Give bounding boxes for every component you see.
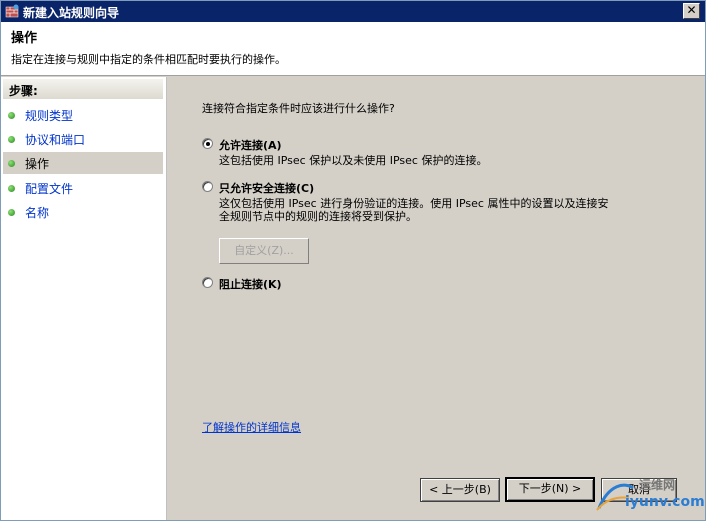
sidebar-item-rule-type[interactable]: 规则类型 (3, 104, 163, 126)
sidebar-item-label: 操作 (25, 157, 50, 171)
step-bullet-icon (8, 160, 15, 167)
step-bullet-icon (8, 112, 15, 119)
watermark-bottom-text: iyunv.com (625, 494, 705, 510)
sidebar-item-label: 配置文件 (25, 182, 74, 196)
sidebar-item-label: 规则类型 (25, 109, 74, 123)
firewall-app-icon (5, 4, 19, 18)
step-bullet-icon (8, 185, 15, 192)
sidebar-item-label: 名称 (25, 206, 50, 220)
sidebar-item-profile[interactable]: 配置文件 (3, 177, 163, 199)
site-watermark: 运维网 iyunv.com (595, 476, 705, 516)
step-bullet-icon (8, 209, 15, 216)
step-bullet-icon (8, 136, 15, 143)
page-header: 操作 指定在连接与规则中指定的条件相匹配时要执行的操作。 (1, 22, 705, 76)
close-button[interactable]: ✕ (683, 3, 700, 19)
allow-secure-radio[interactable] (202, 181, 213, 192)
steps-sidebar: 步骤: 规则类型 协议和端口 操作 配置文件 名称 (1, 77, 167, 520)
allow-secure-label[interactable]: 只允许安全连接(C) (219, 180, 314, 196)
title-bar: 新建入站规则向导 ✕ (1, 1, 705, 22)
allow-connection-description: 这包括使用 IPsec 保护以及未使用 IPsec 保护的连接。 (219, 154, 488, 167)
allow-secure-description-line2: 全规则节点中的规则的连接将受到保护。 (219, 210, 417, 223)
action-question: 连接符合指定条件时应该进行什么操作? (202, 102, 395, 115)
block-connection-radio[interactable] (202, 277, 213, 288)
customize-button[interactable]: 自定义(Z)... (219, 238, 309, 264)
window-title: 新建入站规则向导 (23, 6, 120, 20)
page-title: 操作 (11, 31, 38, 46)
allow-connection-label[interactable]: 允许连接(A) (219, 137, 282, 153)
watermark-top-text: 运维网 (639, 478, 676, 492)
allow-secure-description-line1: 这仅包括使用 IPsec 进行身份验证的连接。使用 IPsec 属性中的设置以及… (219, 197, 609, 210)
page-subtitle: 指定在连接与规则中指定的条件相匹配时要执行的操作。 (11, 53, 286, 66)
allow-connection-radio[interactable] (202, 138, 213, 149)
main-content: 连接符合指定条件时应该进行什么操作? 允许连接(A) 这包括使用 IPsec 保… (168, 77, 705, 520)
steps-heading: 步骤: (3, 79, 163, 99)
sidebar-item-protocol-port[interactable]: 协议和端口 (3, 128, 163, 150)
block-connection-label[interactable]: 阻止连接(K) (219, 276, 282, 292)
close-icon: ✕ (686, 3, 697, 17)
wizard-window: 新建入站规则向导 ✕ 操作 指定在连接与规则中指定的条件相匹配时要执行的操作。 … (0, 0, 706, 521)
learn-more-link[interactable]: 了解操作的详细信息 (202, 419, 301, 435)
sidebar-item-label: 协议和端口 (25, 133, 86, 147)
next-button[interactable]: 下一步(N) > (505, 477, 595, 502)
back-button[interactable]: < 上一步(B) (420, 478, 500, 502)
sidebar-item-action[interactable]: 操作 (3, 152, 163, 174)
sidebar-item-name[interactable]: 名称 (3, 201, 163, 223)
